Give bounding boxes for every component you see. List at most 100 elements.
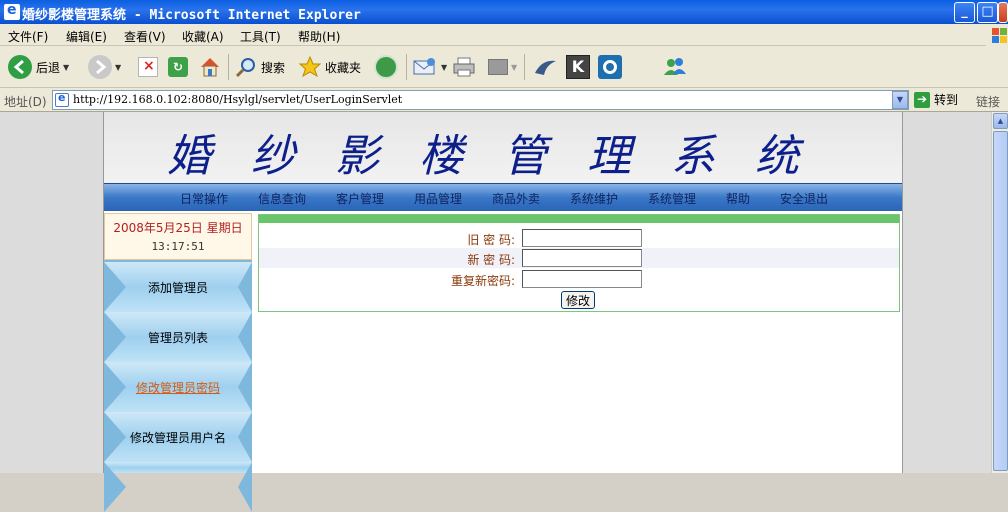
nav-logout[interactable]: 安全退出: [780, 190, 828, 207]
current-date: 2008年5月25日 星期日: [113, 221, 243, 235]
maximize-button[interactable]: □: [977, 2, 998, 23]
stop-button[interactable]: ×: [138, 54, 158, 80]
back-button[interactable]: 后退 ▼: [8, 54, 69, 80]
vertical-scrollbar[interactable]: ▲: [991, 112, 1008, 473]
repeat-password-row: 重复新密码:: [259, 269, 899, 289]
sidebar-item-change-admin-username[interactable]: 修改管理员用户名: [104, 412, 252, 462]
sidebar-item-label[interactable]: 修改管理员密码: [104, 379, 252, 396]
links-button[interactable]: 链接: [976, 93, 1000, 110]
windows-logo-icon: [986, 24, 1008, 46]
toolbar-separator: [228, 54, 229, 80]
address-bar: 地址(D) http://192.168.0.102:8080/Hsylgl/s…: [0, 88, 1008, 112]
nav-customer-management[interactable]: 客户管理: [336, 190, 384, 207]
bird-icon: [532, 55, 558, 79]
search-icon: [234, 55, 258, 79]
menu-favorites[interactable]: 收藏(A): [182, 28, 224, 45]
toolbar-separator: [406, 54, 407, 80]
forward-button[interactable]: ▼: [88, 54, 121, 80]
close-button[interactable]: [998, 2, 1008, 23]
edit-page-icon: [488, 59, 508, 75]
nav-system-management[interactable]: 系统管理: [648, 190, 696, 207]
menu-help[interactable]: 帮助(H): [298, 28, 340, 45]
toolbar-separator: [524, 54, 525, 80]
address-dropdown-icon[interactable]: ▼: [892, 91, 908, 109]
forward-dropdown-icon[interactable]: ▼: [115, 63, 121, 72]
search-button[interactable]: 搜索: [234, 54, 285, 80]
menu-bar: 文件(F) 编辑(E) 查看(V) 收藏(A) 工具(T) 帮助(H): [0, 24, 1008, 46]
nav-info-query[interactable]: 信息查询: [258, 190, 306, 207]
nav-system-maintenance[interactable]: 系统维护: [570, 190, 618, 207]
favorites-star-icon: [298, 55, 322, 79]
print-button[interactable]: [452, 54, 476, 80]
mail-button[interactable]: ▼: [412, 54, 447, 80]
address-input[interactable]: http://192.168.0.102:8080/Hsylgl/servlet…: [52, 90, 909, 110]
back-label: 后退: [36, 60, 61, 75]
favorites-label: 收藏夹: [325, 60, 362, 75]
menu-file[interactable]: 文件(F): [8, 28, 48, 45]
menu-tools[interactable]: 工具(T): [240, 28, 281, 45]
toolbar: 后退 ▼ ▼ × ↻ 搜索 收藏夹 ▼ ▼ K: [0, 46, 1008, 88]
messenger-bird-button[interactable]: [532, 54, 558, 80]
nav-goods-sales[interactable]: 商品外卖: [492, 190, 540, 207]
nav-help[interactable]: 帮助: [726, 190, 750, 207]
sidebar-item-label: 修改管理员用户名: [129, 431, 226, 445]
back-dropdown-icon[interactable]: ▼: [63, 63, 69, 72]
home-button[interactable]: [198, 54, 222, 80]
sidebar-item-label: 管理员列表: [147, 331, 208, 345]
old-password-input[interactable]: [522, 229, 642, 247]
target-icon: [598, 55, 622, 79]
address-url[interactable]: http://192.168.0.102:8080/Hsylgl/servlet…: [73, 93, 402, 106]
change-password-form: 旧 密 码: 新 密 码: 重复新密码: 修改: [258, 214, 900, 312]
go-button[interactable]: ➔ 转到: [914, 91, 958, 108]
main-nav: 日常操作 信息查询 客户管理 用品管理 商品外卖 系统维护 系统管理 帮助 安全…: [104, 183, 902, 211]
window-titlebar: 婚纱影楼管理系统 - Microsoft Internet Explorer _…: [0, 0, 1008, 24]
edit-button[interactable]: ▼: [488, 54, 517, 80]
sidebar-item-admin-list[interactable]: 管理员列表: [104, 312, 252, 362]
old-password-row: 旧 密 码:: [259, 228, 899, 248]
repeat-password-label: 重复新密码:: [450, 274, 515, 288]
modify-button[interactable]: 修改: [561, 291, 595, 309]
go-arrow-icon: ➔: [914, 91, 930, 108]
circle-toolbar-button[interactable]: [598, 54, 622, 80]
sidebar-item-partial: [104, 462, 252, 512]
mail-icon: [412, 57, 438, 77]
sidebar-item-label: 添加管理员: [147, 281, 208, 295]
edit-dropdown-icon[interactable]: ▼: [511, 63, 517, 72]
printer-icon: [452, 55, 476, 79]
web-page: 婚纱影楼管理系统 日常操作 信息查询 客户管理 用品管理 商品外卖 系统维护 系…: [103, 112, 903, 512]
internet-explorer-icon: [4, 2, 20, 20]
current-time: 13:17:51: [151, 240, 205, 253]
mail-dropdown-icon[interactable]: ▼: [441, 63, 447, 72]
menu-edit[interactable]: 编辑(E): [66, 28, 107, 45]
k-toolbar-button[interactable]: K: [566, 54, 590, 80]
sidebar-item-add-admin[interactable]: 添加管理员: [104, 262, 252, 312]
back-arrow-icon: [8, 55, 32, 79]
repeat-password-input[interactable]: [522, 270, 642, 288]
history-icon: [374, 55, 398, 79]
messenger-button[interactable]: [662, 54, 688, 80]
scroll-up-icon[interactable]: ▲: [993, 113, 1008, 129]
page-icon: [55, 91, 69, 107]
favorites-button[interactable]: 收藏夹: [298, 54, 361, 80]
date-time-box: 2008年5月25日 星期日 13:17:51: [104, 213, 252, 260]
home-icon: [198, 55, 222, 79]
go-label: 转到: [934, 93, 959, 107]
new-password-input[interactable]: [522, 249, 642, 267]
menu-view[interactable]: 查看(V): [124, 28, 166, 45]
window-title: 婚纱影楼管理系统 - Microsoft Internet Explorer: [22, 8, 361, 23]
messenger-people-icon: [662, 55, 688, 79]
page-banner: 婚纱影楼管理系统: [104, 112, 902, 183]
sidebar-item-change-admin-password[interactable]: 修改管理员密码: [104, 362, 252, 412]
refresh-icon: ↻: [168, 57, 188, 77]
scroll-thumb[interactable]: [993, 131, 1008, 471]
minimize-button[interactable]: _: [954, 2, 975, 23]
nav-supplies-management[interactable]: 用品管理: [414, 190, 462, 207]
nav-daily-operations[interactable]: 日常操作: [180, 190, 228, 207]
new-password-label: 新 密 码:: [467, 253, 515, 267]
refresh-button[interactable]: ↻: [168, 54, 188, 80]
history-button[interactable]: [374, 54, 398, 80]
system-title: 婚纱影楼管理系统: [167, 131, 839, 182]
form-header-bar: [259, 215, 899, 223]
old-password-label: 旧 密 码:: [467, 233, 515, 247]
k-logo-icon: K: [566, 55, 590, 79]
